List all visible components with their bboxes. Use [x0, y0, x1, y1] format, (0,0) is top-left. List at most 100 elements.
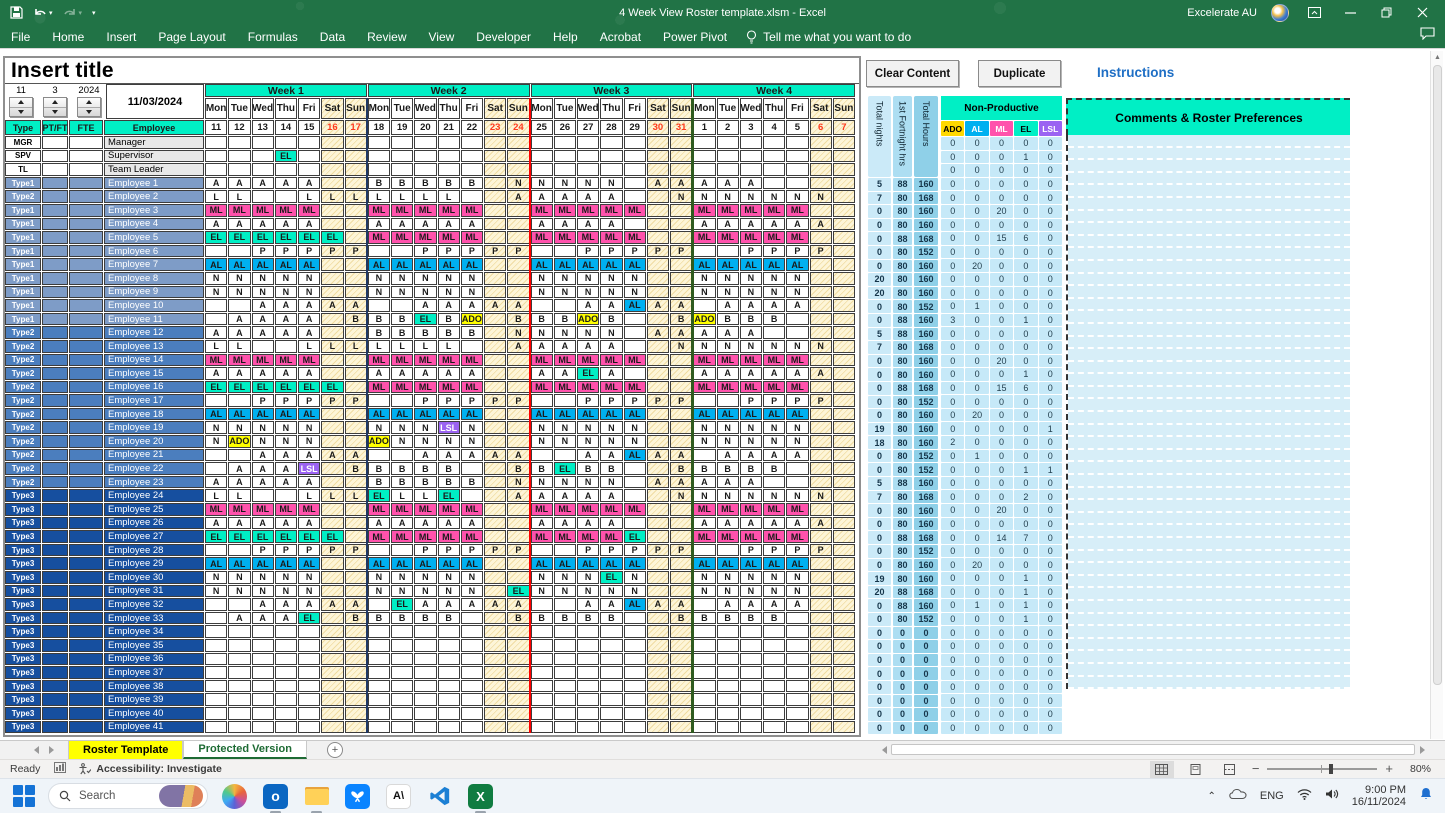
shift-cell[interactable]: B [507, 313, 529, 326]
nonprod-value[interactable]: 0 [941, 490, 964, 503]
shift-cell[interactable]: A [577, 299, 599, 312]
shift-cell[interactable]: A [717, 367, 739, 380]
shift-cell[interactable]: EL [275, 381, 297, 394]
employee-name-cell[interactable]: Employee 8 [104, 272, 204, 285]
shift-cell[interactable] [833, 421, 855, 434]
shift-cell[interactable]: B [693, 462, 715, 475]
shift-cell[interactable]: N [414, 585, 436, 598]
shift-cell[interactable] [740, 693, 762, 706]
shift-cell[interactable]: ML [414, 354, 436, 367]
nonprod-value[interactable]: 0 [990, 341, 1013, 354]
shift-cell[interactable] [833, 476, 855, 489]
shift-cell[interactable]: N [693, 190, 715, 203]
shift-cell[interactable]: P [484, 394, 506, 407]
shift-cell[interactable] [484, 462, 506, 475]
shift-cell[interactable] [670, 408, 692, 421]
shift-cell[interactable]: EL [577, 367, 599, 380]
employee-name-cell[interactable]: Employee 17 [104, 394, 204, 407]
shift-cell[interactable]: A [717, 476, 739, 489]
nonprod-value[interactable]: 0 [990, 368, 1013, 381]
comment-row[interactable] [1068, 148, 1350, 161]
shift-cell[interactable] [461, 721, 483, 734]
shift-cell[interactable]: A [810, 218, 832, 231]
shift-cell[interactable]: B [507, 462, 529, 475]
shift-cell[interactable] [507, 231, 529, 244]
shift-cell[interactable]: A [298, 177, 320, 190]
shift-cell[interactable]: P [461, 245, 483, 258]
nonprod-value[interactable]: 0 [990, 722, 1013, 735]
shift-cell[interactable] [833, 245, 855, 258]
shift-cell[interactable]: P [600, 245, 622, 258]
shift-cell[interactable]: ML [693, 231, 715, 244]
nonprod-value[interactable]: 0 [1039, 504, 1062, 517]
shift-cell[interactable] [577, 163, 599, 176]
shift-cell[interactable] [833, 707, 855, 720]
shift-cell[interactable] [252, 666, 274, 679]
nonprod-value[interactable]: 0 [1039, 137, 1062, 150]
shift-cell[interactable] [810, 408, 832, 421]
shift-cell[interactable]: ML [740, 381, 762, 394]
shift-cell[interactable] [624, 218, 646, 231]
shift-cell[interactable]: A [507, 299, 529, 312]
shift-cell[interactable]: ML [391, 381, 413, 394]
shift-cell[interactable] [833, 258, 855, 271]
notification-bell-icon[interactable] [1419, 787, 1433, 806]
ptft-cell[interactable] [42, 680, 68, 693]
shift-cell[interactable]: A [414, 517, 436, 530]
totals-value[interactable]: 168 [914, 531, 938, 544]
shift-cell[interactable] [717, 394, 739, 407]
shift-cell[interactable]: A [321, 598, 343, 611]
shift-cell[interactable]: A [414, 218, 436, 231]
shift-cell[interactable] [763, 707, 785, 720]
shift-cell[interactable]: B [345, 313, 367, 326]
nonprod-value[interactable]: 0 [941, 640, 964, 653]
nonprod-value[interactable]: 0 [941, 626, 964, 639]
shift-cell[interactable]: N [507, 326, 529, 339]
shift-cell[interactable] [205, 680, 227, 693]
nonprod-value[interactable]: 2 [941, 436, 964, 449]
shift-cell[interactable]: P [647, 245, 669, 258]
totals-value[interactable]: 152 [914, 246, 938, 259]
fte-cell[interactable] [69, 340, 103, 353]
shift-cell[interactable]: A [600, 449, 622, 462]
fte-cell[interactable] [69, 272, 103, 285]
nonprod-value[interactable]: 0 [965, 314, 988, 327]
shift-cell[interactable]: EL [391, 598, 413, 611]
shift-cell[interactable]: N [228, 571, 250, 584]
shift-cell[interactable] [228, 544, 250, 557]
shift-cell[interactable] [624, 150, 646, 163]
shift-cell[interactable] [507, 721, 529, 734]
shift-cell[interactable]: ML [252, 354, 274, 367]
fte-cell[interactable] [69, 530, 103, 543]
shift-cell[interactable]: P [252, 394, 274, 407]
shift-cell[interactable]: ML [763, 530, 785, 543]
shift-cell[interactable] [275, 680, 297, 693]
roster-title[interactable]: Insert title [5, 58, 859, 84]
employee-name-cell[interactable]: Employee 35 [104, 639, 204, 652]
start-button[interactable] [12, 784, 36, 808]
shift-cell[interactable]: EL [205, 231, 227, 244]
nonprod-value[interactable]: 0 [941, 654, 964, 667]
shift-cell[interactable] [438, 163, 460, 176]
shift-cell[interactable]: ML [624, 354, 646, 367]
shift-cell[interactable]: P [484, 245, 506, 258]
type-cell[interactable]: Type2 [5, 326, 41, 339]
fte-cell[interactable] [69, 585, 103, 598]
totals-value[interactable]: 5 [868, 477, 891, 490]
shift-cell[interactable] [693, 598, 715, 611]
shift-cell[interactable]: N [600, 272, 622, 285]
totals-value[interactable]: 168 [914, 192, 938, 205]
shift-cell[interactable]: L [391, 489, 413, 502]
shift-cell[interactable]: EL [275, 231, 297, 244]
shift-cell[interactable] [205, 693, 227, 706]
shift-cell[interactable] [624, 462, 646, 475]
employee-name-cell[interactable]: Employee 11 [104, 313, 204, 326]
totals-value[interactable]: 0 [868, 232, 891, 245]
zoom-out-button[interactable]: − [1252, 764, 1260, 774]
shift-cell[interactable] [833, 326, 855, 339]
shift-cell[interactable]: N [391, 585, 413, 598]
totals-value[interactable]: 80 [893, 423, 912, 436]
totals-value[interactable]: 88 [893, 328, 912, 341]
shift-cell[interactable] [252, 653, 274, 666]
comment-row[interactable] [1068, 462, 1350, 475]
